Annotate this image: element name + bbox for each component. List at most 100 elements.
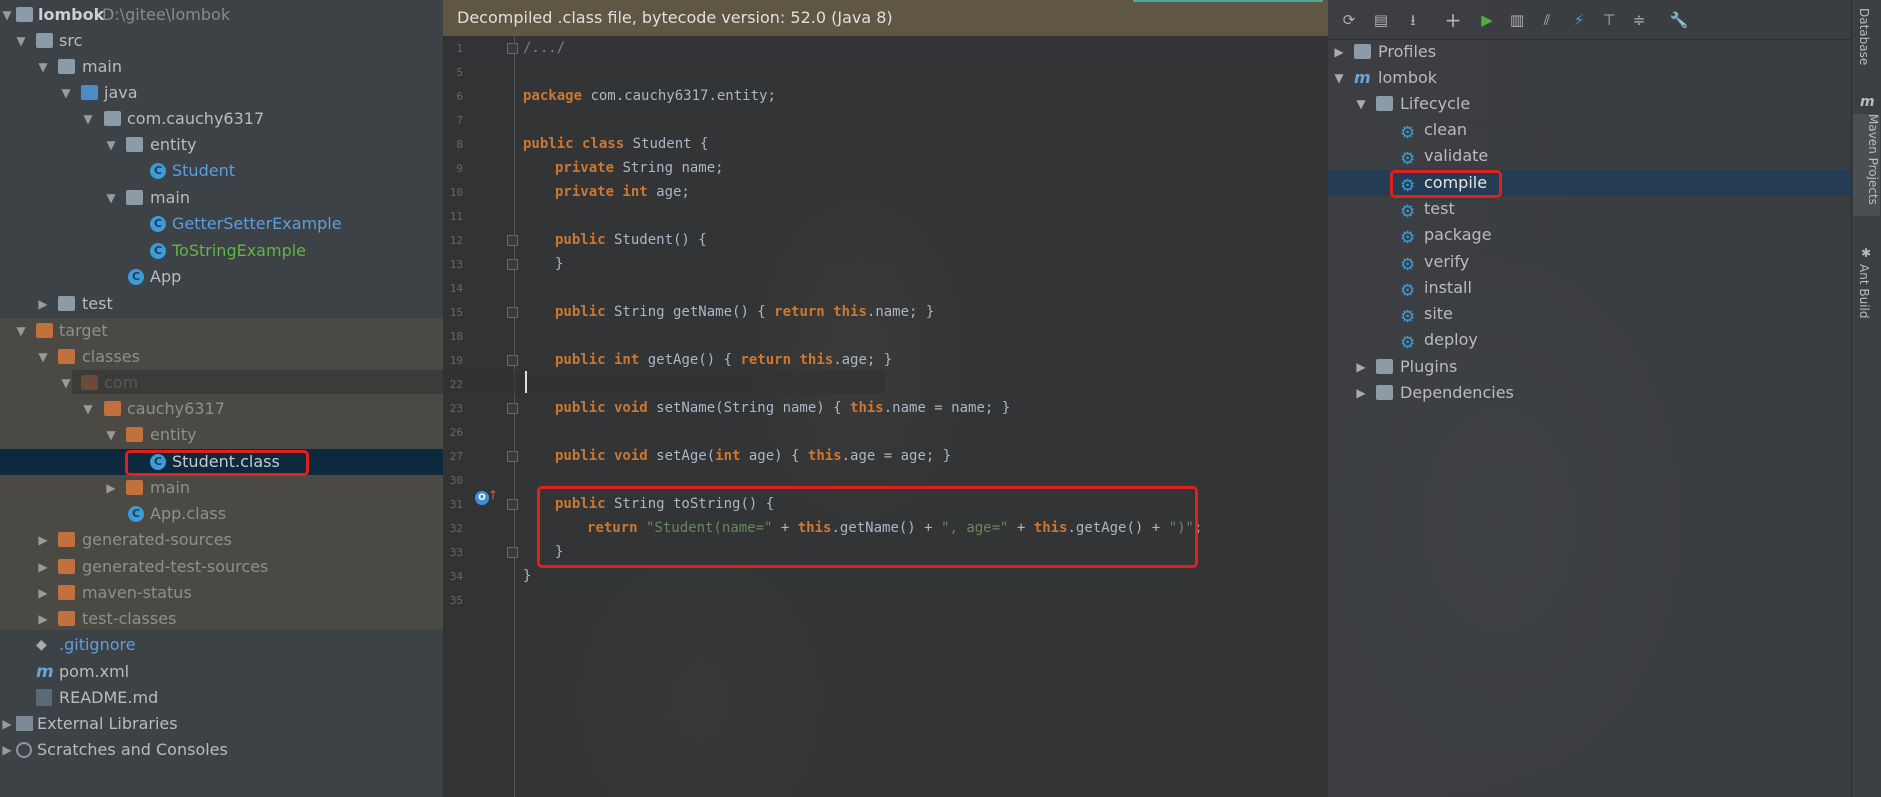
collapsed-imports[interactable]: /.../: [523, 40, 565, 56]
generate-sources-icon[interactable]: ▤: [1370, 9, 1392, 31]
tree-item-java[interactable]: ▼ java: [0, 80, 443, 106]
tree-item-app[interactable]: C App: [0, 264, 443, 290]
collapse-arrow-icon[interactable]: ▼: [14, 28, 28, 54]
reimport-icon[interactable]: ⟳: [1338, 9, 1360, 31]
collapse-arrow-icon[interactable]: ▼: [14, 318, 28, 344]
fold-marker-icon[interactable]: [507, 43, 518, 54]
class-icon: C: [150, 163, 166, 179]
lifecycle-validate[interactable]: ⚙ validate: [1328, 143, 1851, 169]
expand-arrow-icon[interactable]: ▶: [1354, 380, 1368, 406]
tree-item-gitignore[interactable]: ◆ .gitignore: [0, 632, 443, 658]
tree-item-maven-status[interactable]: ▶ maven-status: [0, 580, 443, 606]
collapse-arrow-icon[interactable]: ▼: [59, 370, 73, 396]
fold-marker-icon[interactable]: [507, 235, 518, 246]
tab-database[interactable]: Database: [1857, 8, 1871, 65]
run-icon[interactable]: ▶: [1476, 9, 1498, 31]
tree-item-app-class[interactable]: C App.class: [0, 501, 443, 527]
lifecycle-package[interactable]: ⚙ package: [1328, 222, 1851, 248]
tree-item-getter-setter[interactable]: C GetterSetterExample: [0, 211, 443, 237]
project-tool-window[interactable]: ▼ lombok D:\gitee\lombok ▼ src ▼ main ▼ …: [0, 0, 443, 797]
tree-item-label: test-classes: [82, 609, 177, 628]
code-line-15: public String getName() { return this.na…: [555, 304, 934, 320]
tree-item-package[interactable]: ▼ com.cauchy6317: [0, 106, 443, 132]
excluded-folder-icon: [58, 611, 75, 626]
tree-item-external-libraries[interactable]: ▶ External Libraries: [0, 711, 443, 737]
expand-arrow-icon[interactable]: ▶: [104, 475, 118, 501]
settings-wrench-icon[interactable]: 🔧: [1668, 9, 1690, 31]
execute-goal-icon[interactable]: ▥: [1506, 9, 1528, 31]
expand-arrow-icon[interactable]: ▶: [36, 580, 50, 606]
tree-item-generated-sources[interactable]: ▶ generated-sources: [0, 527, 443, 553]
code-editor[interactable]: Decompiled .class file, bytecode version…: [443, 0, 1328, 797]
tree-item-main-package[interactable]: ▼ main: [0, 185, 443, 211]
override-marker-icon[interactable]: O: [475, 491, 489, 505]
maven-lifecycle[interactable]: ▼ Lifecycle: [1328, 91, 1851, 117]
fold-marker-icon[interactable]: [507, 451, 518, 462]
lifecycle-test[interactable]: ⚙ test: [1328, 196, 1851, 222]
add-maven-project-icon[interactable]: +: [1442, 9, 1464, 31]
collapse-arrow-icon[interactable]: ▼: [59, 80, 73, 106]
tree-item-label: generated-sources: [82, 530, 232, 549]
fold-marker-icon[interactable]: [507, 547, 518, 558]
tree-item-src[interactable]: ▼ src: [0, 28, 443, 54]
expand-arrow-icon[interactable]: ▶: [36, 291, 50, 317]
collapse-arrow-icon[interactable]: ▼: [36, 344, 50, 370]
collapse-arrow-icon[interactable]: ▼: [81, 396, 95, 422]
collapse-arrow-icon[interactable]: ▼: [104, 185, 118, 211]
tree-item-tostring[interactable]: C ToStringExample: [0, 238, 443, 264]
fold-marker-icon[interactable]: [507, 403, 518, 414]
tree-item-generated-test-sources[interactable]: ▶ generated-test-sources: [0, 554, 443, 580]
lifecycle-clean[interactable]: ⚙ clean: [1328, 117, 1851, 143]
expand-arrow-icon[interactable]: ▶: [1332, 39, 1346, 65]
maven-profiles[interactable]: ▶ Profiles: [1328, 39, 1851, 65]
tree-item-student[interactable]: C Student: [0, 158, 443, 184]
collapse-arrow-icon[interactable]: ▼: [36, 54, 50, 80]
collapse-arrow-icon[interactable]: ▼: [1332, 65, 1346, 91]
fold-marker-icon[interactable]: [507, 307, 518, 318]
tree-item-readme[interactable]: README.md: [0, 685, 443, 711]
collapse-all-icon[interactable]: ≑: [1628, 9, 1650, 31]
expand-arrow-icon[interactable]: ▶: [36, 554, 50, 580]
tree-item-pom[interactable]: m pom.xml: [0, 659, 443, 685]
fold-marker-icon[interactable]: [507, 499, 518, 510]
expand-arrow-icon[interactable]: ▶: [36, 606, 50, 632]
lifecycle-verify[interactable]: ⚙ verify: [1328, 249, 1851, 275]
tree-item-cauchy6317[interactable]: ▼ cauchy6317: [0, 396, 443, 422]
collapse-arrow-icon[interactable]: ▼: [81, 106, 95, 132]
lifecycle-site[interactable]: ⚙ site: [1328, 301, 1851, 327]
download-icon[interactable]: ⭳: [1402, 9, 1424, 31]
toggle-offline-icon[interactable]: ⫽: [1536, 9, 1558, 31]
maven-dependencies[interactable]: ▶ Dependencies: [1328, 380, 1851, 406]
tab-ant-build[interactable]: Ant Build: [1857, 264, 1871, 318]
expand-arrow-icon[interactable]: ▶: [0, 711, 14, 737]
maven-project-lombok[interactable]: ▼ m lombok: [1328, 65, 1851, 91]
collapse-arrow-icon[interactable]: ▼: [0, 2, 14, 28]
lifecycle-deploy[interactable]: ⚙ deploy: [1328, 327, 1851, 353]
collapse-arrow-icon[interactable]: ▼: [104, 422, 118, 448]
fold-marker-icon[interactable]: [507, 355, 518, 366]
tree-item-entity[interactable]: ▼ entity: [0, 132, 443, 158]
expand-arrow-icon[interactable]: ▶: [0, 737, 14, 763]
tree-item-target[interactable]: ▼ target: [0, 318, 443, 344]
collapse-arrow-icon[interactable]: ▼: [1354, 91, 1368, 117]
show-dependencies-icon[interactable]: ⊤: [1598, 9, 1620, 31]
tree-item-main[interactable]: ▼ main: [0, 54, 443, 80]
tree-root[interactable]: ▼ lombok D:\gitee\lombok: [0, 2, 443, 28]
expand-arrow-icon[interactable]: ▶: [36, 527, 50, 553]
tab-maven-projects[interactable]: Maven Projects: [1853, 114, 1880, 216]
tree-item-scratches[interactable]: ▶ Scratches and Consoles: [0, 737, 443, 763]
tree-item-test-classes[interactable]: ▶ test-classes: [0, 606, 443, 632]
maven-projects-panel[interactable]: ⟳ ▤ ⭳ + ▶ ▥ ⫽ ⚡ ⊤ ≑ 🔧 ▶ Profiles ▼ m lom…: [1328, 0, 1851, 797]
tree-item-test[interactable]: ▶ test: [0, 291, 443, 317]
lifecycle-install[interactable]: ⚙ install: [1328, 275, 1851, 301]
collapse-arrow-icon[interactable]: ▼: [104, 132, 118, 158]
skip-tests-icon[interactable]: ⚡: [1568, 9, 1590, 31]
tree-item-main-target[interactable]: ▶ main: [0, 475, 443, 501]
tree-item-entity-target[interactable]: ▼ entity: [0, 422, 443, 448]
expand-arrow-icon[interactable]: ▶: [1354, 354, 1368, 380]
maven-plugins[interactable]: ▶ Plugins: [1328, 354, 1851, 380]
fold-marker-icon[interactable]: [507, 259, 518, 270]
tree-item-label: Scratches and Consoles: [37, 740, 228, 759]
tree-item-classes[interactable]: ▼ classes: [0, 344, 443, 370]
tree-item-label: main: [150, 188, 190, 207]
